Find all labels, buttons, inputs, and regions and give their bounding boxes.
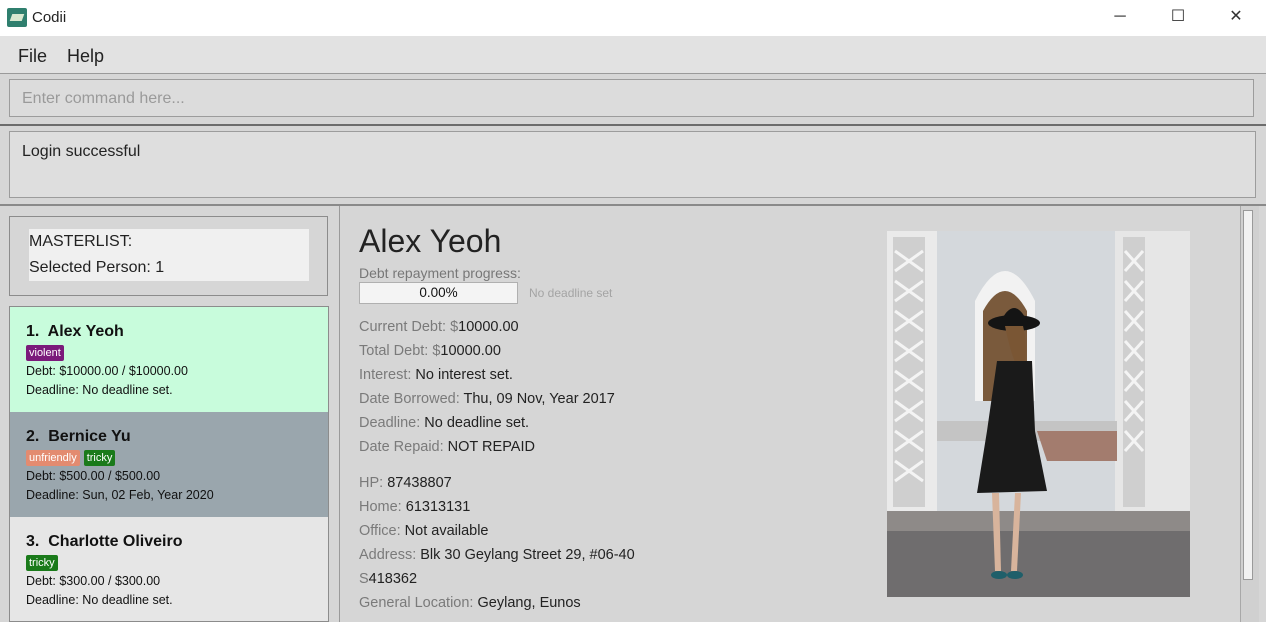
result-display: Login successful <box>9 131 1256 198</box>
menu-file[interactable]: File <box>18 46 47 67</box>
tag-badge: tricky <box>26 555 58 571</box>
person-tags: violent <box>26 345 68 362</box>
location-row: General Location: Geylang, Eunos <box>359 595 581 611</box>
address-row: Address: Blk 30 Geylang Street 29, #06-4… <box>359 547 635 563</box>
debt-progress-bar: 0.00% <box>359 282 518 304</box>
menu-help[interactable]: Help <box>67 46 104 67</box>
progress-value: 0.00% <box>419 285 458 300</box>
left-panel: MASTERLIST: Selected Person: 1 1. Alex Y… <box>0 206 340 622</box>
current-debt-row: Current Debt: $10000.00 <box>359 319 519 335</box>
detail-name: Alex Yeoh <box>359 223 502 259</box>
person-card-2[interactable]: 2. Bernice Yu unfriendly tricky Debt: $50… <box>10 412 328 517</box>
office-row: Office: Not available <box>359 523 489 539</box>
person-detail-panel: Alex Yeoh Debt repayment progress: 0.00%… <box>340 206 1240 622</box>
date-repaid-row: Date Repaid: NOT REPAID <box>359 439 535 455</box>
result-message: Login successful <box>22 143 141 160</box>
selected-person-label: Selected Person: 1 <box>29 259 165 276</box>
person-debt: Debt: $300.00 / $300.00 <box>26 574 161 588</box>
hp-row: HP: 87438807 <box>359 475 452 491</box>
deadline-row: Deadline: No deadline set. <box>359 415 530 431</box>
person-name: 2. Bernice Yu <box>26 428 131 445</box>
command-placeholder: Enter command here... <box>22 90 185 107</box>
person-name: 1. Alex Yeoh <box>26 323 124 340</box>
person-deadline: Deadline: No deadline set. <box>26 593 173 607</box>
masterlist-title: MASTERLIST: <box>29 233 133 250</box>
tag-badge: violent <box>26 345 64 361</box>
person-name: 3. Charlotte Oliveiro <box>26 533 183 550</box>
person-list[interactable]: 1. Alex Yeoh violent Debt: $10000.00 / $… <box>9 306 329 622</box>
person-tags: unfriendly tricky <box>26 450 119 467</box>
person-card-1[interactable]: 1. Alex Yeoh violent Debt: $10000.00 / $… <box>10 307 328 412</box>
maximize-button[interactable]: ☐ <box>1155 0 1201 36</box>
app-logo-icon <box>7 8 27 27</box>
person-deadline: Deadline: Sun, 02 Feb, Year 2020 <box>26 488 214 502</box>
title-bar: Codii ─ ☐ ✕ <box>0 0 1266 36</box>
masterlist-box: MASTERLIST: Selected Person: 1 <box>29 229 309 281</box>
person-debt: Debt: $10000.00 / $10000.00 <box>26 364 188 378</box>
date-borrowed-row: Date Borrowed: Thu, 09 Nov, Year 2017 <box>359 391 615 407</box>
menu-bar: File Help <box>0 36 1266 74</box>
person-deadline: Deadline: No deadline set. <box>26 383 173 397</box>
close-button[interactable]: ✕ <box>1213 0 1259 36</box>
person-debt: Debt: $500.00 / $500.00 <box>26 469 161 483</box>
command-input[interactable]: Enter command here... <box>9 79 1254 117</box>
scrollbar-thumb[interactable] <box>1243 210 1253 580</box>
progress-label: Debt repayment progress: <box>359 265 521 281</box>
postal-row: S418362 <box>359 571 418 587</box>
window-title: Codii <box>32 9 67 26</box>
total-debt-row: Total Debt: $10000.00 <box>359 343 501 359</box>
interest-row: Interest: No interest set. <box>359 367 513 383</box>
tag-badge: unfriendly <box>26 450 80 466</box>
tag-badge: tricky <box>83 450 116 466</box>
minimize-button[interactable]: ─ <box>1097 0 1143 36</box>
progress-deadline: No deadline set <box>529 286 613 300</box>
person-photo <box>887 231 1190 597</box>
home-row: Home: 61313131 <box>359 499 471 515</box>
command-area: Enter command here... <box>0 74 1266 126</box>
person-tags: tricky <box>26 555 62 572</box>
masterlist-frame: MASTERLIST: Selected Person: 1 <box>9 216 328 296</box>
person-card-3[interactable]: 3. Charlotte Oliveiro tricky Debt: $300.… <box>10 517 328 621</box>
